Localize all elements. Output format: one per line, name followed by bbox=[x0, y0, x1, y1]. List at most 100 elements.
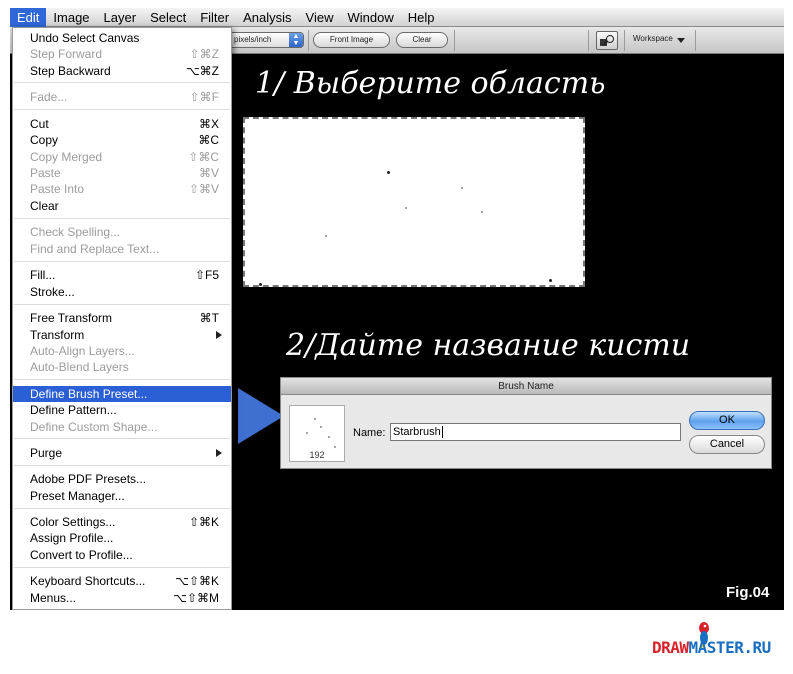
clear-button[interactable]: Clear bbox=[396, 32, 448, 48]
menu-filter[interactable]: Filter bbox=[193, 8, 236, 27]
menu-separator bbox=[14, 109, 230, 110]
menu-item-free-transform[interactable]: Free Transform ⌘T bbox=[13, 310, 231, 326]
shortcut-label: ⌥⇧⌘K bbox=[175, 574, 219, 588]
menu-item-label: Preset Manager... bbox=[30, 489, 125, 503]
menu-item-label: Stroke... bbox=[30, 285, 75, 299]
resolution-unit-select[interactable]: pixels/inch ▲ ▼ bbox=[228, 32, 304, 48]
star-shape bbox=[405, 207, 407, 209]
shortcut-label: ⌘X bbox=[198, 117, 219, 131]
resolution-unit-value: pixels/inch bbox=[234, 35, 272, 44]
star-shape bbox=[306, 432, 308, 434]
menu-help[interactable]: Help bbox=[401, 8, 442, 27]
shortcut-label: ⇧⌘V bbox=[188, 182, 219, 196]
menu-item-auto-blend[interactable]: Auto-Blend Layers bbox=[13, 359, 231, 375]
menu-edit[interactable]: Edit bbox=[10, 8, 47, 27]
shortcut-label: ⇧⌘F bbox=[189, 90, 219, 104]
menu-item-paste[interactable]: Paste ⌘V bbox=[13, 165, 231, 181]
ok-button[interactable]: OK bbox=[689, 411, 765, 430]
menu-view[interactable]: View bbox=[299, 8, 341, 27]
menu-item-preset-manager[interactable]: Preset Manager... bbox=[13, 488, 231, 504]
menu-item-label: Adobe PDF Presets... bbox=[30, 472, 147, 486]
toolbar-divider bbox=[695, 30, 696, 51]
menu-item-purge[interactable]: Purge bbox=[13, 445, 231, 461]
toolbar-divider bbox=[308, 30, 309, 51]
menu-item-find-replace[interactable]: Find and Replace Text... bbox=[13, 241, 231, 257]
menu-item-copy-merged[interactable]: Copy Merged ⇧⌘C bbox=[13, 149, 231, 165]
menu-item-label: Menus... bbox=[30, 591, 77, 605]
menu-analysis[interactable]: Analysis bbox=[236, 8, 298, 27]
menu-item-paste-into[interactable]: Paste Into ⇧⌘V bbox=[13, 181, 231, 197]
canvas-selection[interactable] bbox=[243, 117, 585, 287]
menu-item-label: Auto-Align Layers... bbox=[30, 344, 135, 358]
menu-item-assign-profile[interactable]: Assign Profile... bbox=[13, 530, 231, 546]
cancel-button[interactable]: Cancel bbox=[689, 435, 765, 454]
step1-caption: 1/ Выберите область bbox=[255, 66, 606, 101]
star-shape bbox=[259, 283, 262, 286]
menu-item-pdf-presets[interactable]: Adobe PDF Presets... bbox=[13, 471, 231, 487]
menu-item-undo[interactable]: Undo Select Canvas bbox=[13, 30, 231, 46]
menu-item-transform[interactable]: Transform bbox=[13, 327, 231, 343]
menu-item-define-pattern[interactable]: Define Pattern... bbox=[13, 402, 231, 418]
menu-select[interactable]: Select bbox=[143, 8, 193, 27]
shortcut-label: ⇧F5 bbox=[194, 268, 219, 282]
menu-item-label: Fade... bbox=[30, 90, 68, 104]
star-shape bbox=[387, 171, 390, 174]
dialog-title: Brush Name bbox=[281, 378, 771, 395]
shortcut-label: ⇧⌘C bbox=[188, 150, 219, 164]
menu-item-fade[interactable]: Fade... ⇧⌘F bbox=[13, 89, 231, 105]
star-shape bbox=[334, 446, 336, 448]
menu-item-label: Step Backward bbox=[30, 64, 111, 78]
menu-separator bbox=[14, 379, 230, 380]
menu-item-copy[interactable]: Copy ⌘C bbox=[13, 132, 231, 148]
menu-item-label: Keyboard Shortcuts... bbox=[30, 574, 146, 588]
menu-item-label: Step Forward bbox=[30, 47, 103, 61]
menu-layer[interactable]: Layer bbox=[97, 8, 144, 27]
shortcut-label: ⌘V bbox=[198, 166, 219, 180]
menu-item-label: Clear bbox=[30, 199, 59, 213]
menu-item-cut[interactable]: Cut ⌘X bbox=[13, 116, 231, 132]
menu-item-clear[interactable]: Clear bbox=[13, 198, 231, 214]
chevron-down-icon[interactable] bbox=[677, 38, 685, 43]
menu-item-label: Check Spelling... bbox=[30, 225, 121, 239]
menu-item-label: Copy bbox=[30, 133, 59, 147]
menu-item-label: Define Brush Preset... bbox=[30, 387, 148, 401]
menu-item-label: Undo Select Canvas bbox=[30, 31, 140, 45]
menu-item-menus[interactable]: Menus... ⌥⇧⌘M bbox=[13, 590, 231, 606]
star-shape bbox=[481, 211, 483, 213]
menu-item-define-custom-shape[interactable]: Define Custom Shape... bbox=[13, 419, 231, 435]
pointer-arrow-icon bbox=[238, 388, 284, 444]
menu-item-label: Color Settings... bbox=[30, 515, 116, 529]
name-label: Name: bbox=[353, 427, 386, 439]
brush-preview: 192 bbox=[289, 405, 345, 462]
menu-image[interactable]: Image bbox=[46, 8, 96, 27]
star-shape bbox=[328, 436, 330, 438]
submenu-arrow-icon bbox=[216, 331, 222, 339]
star-shape bbox=[314, 418, 316, 420]
menu-item-define-brush-preset[interactable]: Define Brush Preset... bbox=[13, 386, 231, 402]
menu-separator bbox=[14, 567, 230, 568]
submenu-arrow-icon bbox=[216, 449, 222, 457]
front-image-button[interactable]: Front Image bbox=[313, 32, 390, 48]
menu-item-fill[interactable]: Fill... ⇧F5 bbox=[13, 267, 231, 283]
menu-item-step-forward[interactable]: Step Forward ⇧⌘Z bbox=[13, 46, 231, 62]
brush-name-input[interactable]: Starbrush bbox=[390, 423, 681, 441]
menu-item-label: Convert to Profile... bbox=[30, 548, 133, 562]
menu-item-keyboard-shortcuts[interactable]: Keyboard Shortcuts... ⌥⇧⌘K bbox=[13, 573, 231, 589]
shortcut-label: ⇧⌘K bbox=[188, 515, 219, 529]
menu-item-check-spelling[interactable]: Check Spelling... bbox=[13, 224, 231, 240]
workspace-menu[interactable]: Workspace bbox=[633, 34, 673, 43]
menu-item-convert-profile[interactable]: Convert to Profile... bbox=[13, 547, 231, 563]
site-logo: DRAWMASTER.RU bbox=[652, 638, 771, 657]
edit-menu-dropdown: Undo Select Canvas Step Forward ⇧⌘Z Step … bbox=[12, 27, 232, 610]
menu-item-stroke[interactable]: Stroke... bbox=[13, 284, 231, 300]
file-browser-icon[interactable] bbox=[596, 31, 618, 50]
stepper-icon: ▲ ▼ bbox=[289, 33, 303, 47]
menu-item-color-settings[interactable]: Color Settings... ⇧⌘K bbox=[13, 514, 231, 530]
menu-item-label: Paste Into bbox=[30, 182, 85, 196]
star-shape bbox=[320, 426, 322, 428]
brush-name-value: Starbrush bbox=[393, 426, 441, 438]
menu-bar: Edit Image Layer Select Filter Analysis … bbox=[10, 8, 784, 27]
menu-item-auto-align[interactable]: Auto-Align Layers... bbox=[13, 343, 231, 359]
menu-item-step-backward[interactable]: Step Backward ⌥⌘Z bbox=[13, 63, 231, 79]
menu-window[interactable]: Window bbox=[340, 8, 400, 27]
